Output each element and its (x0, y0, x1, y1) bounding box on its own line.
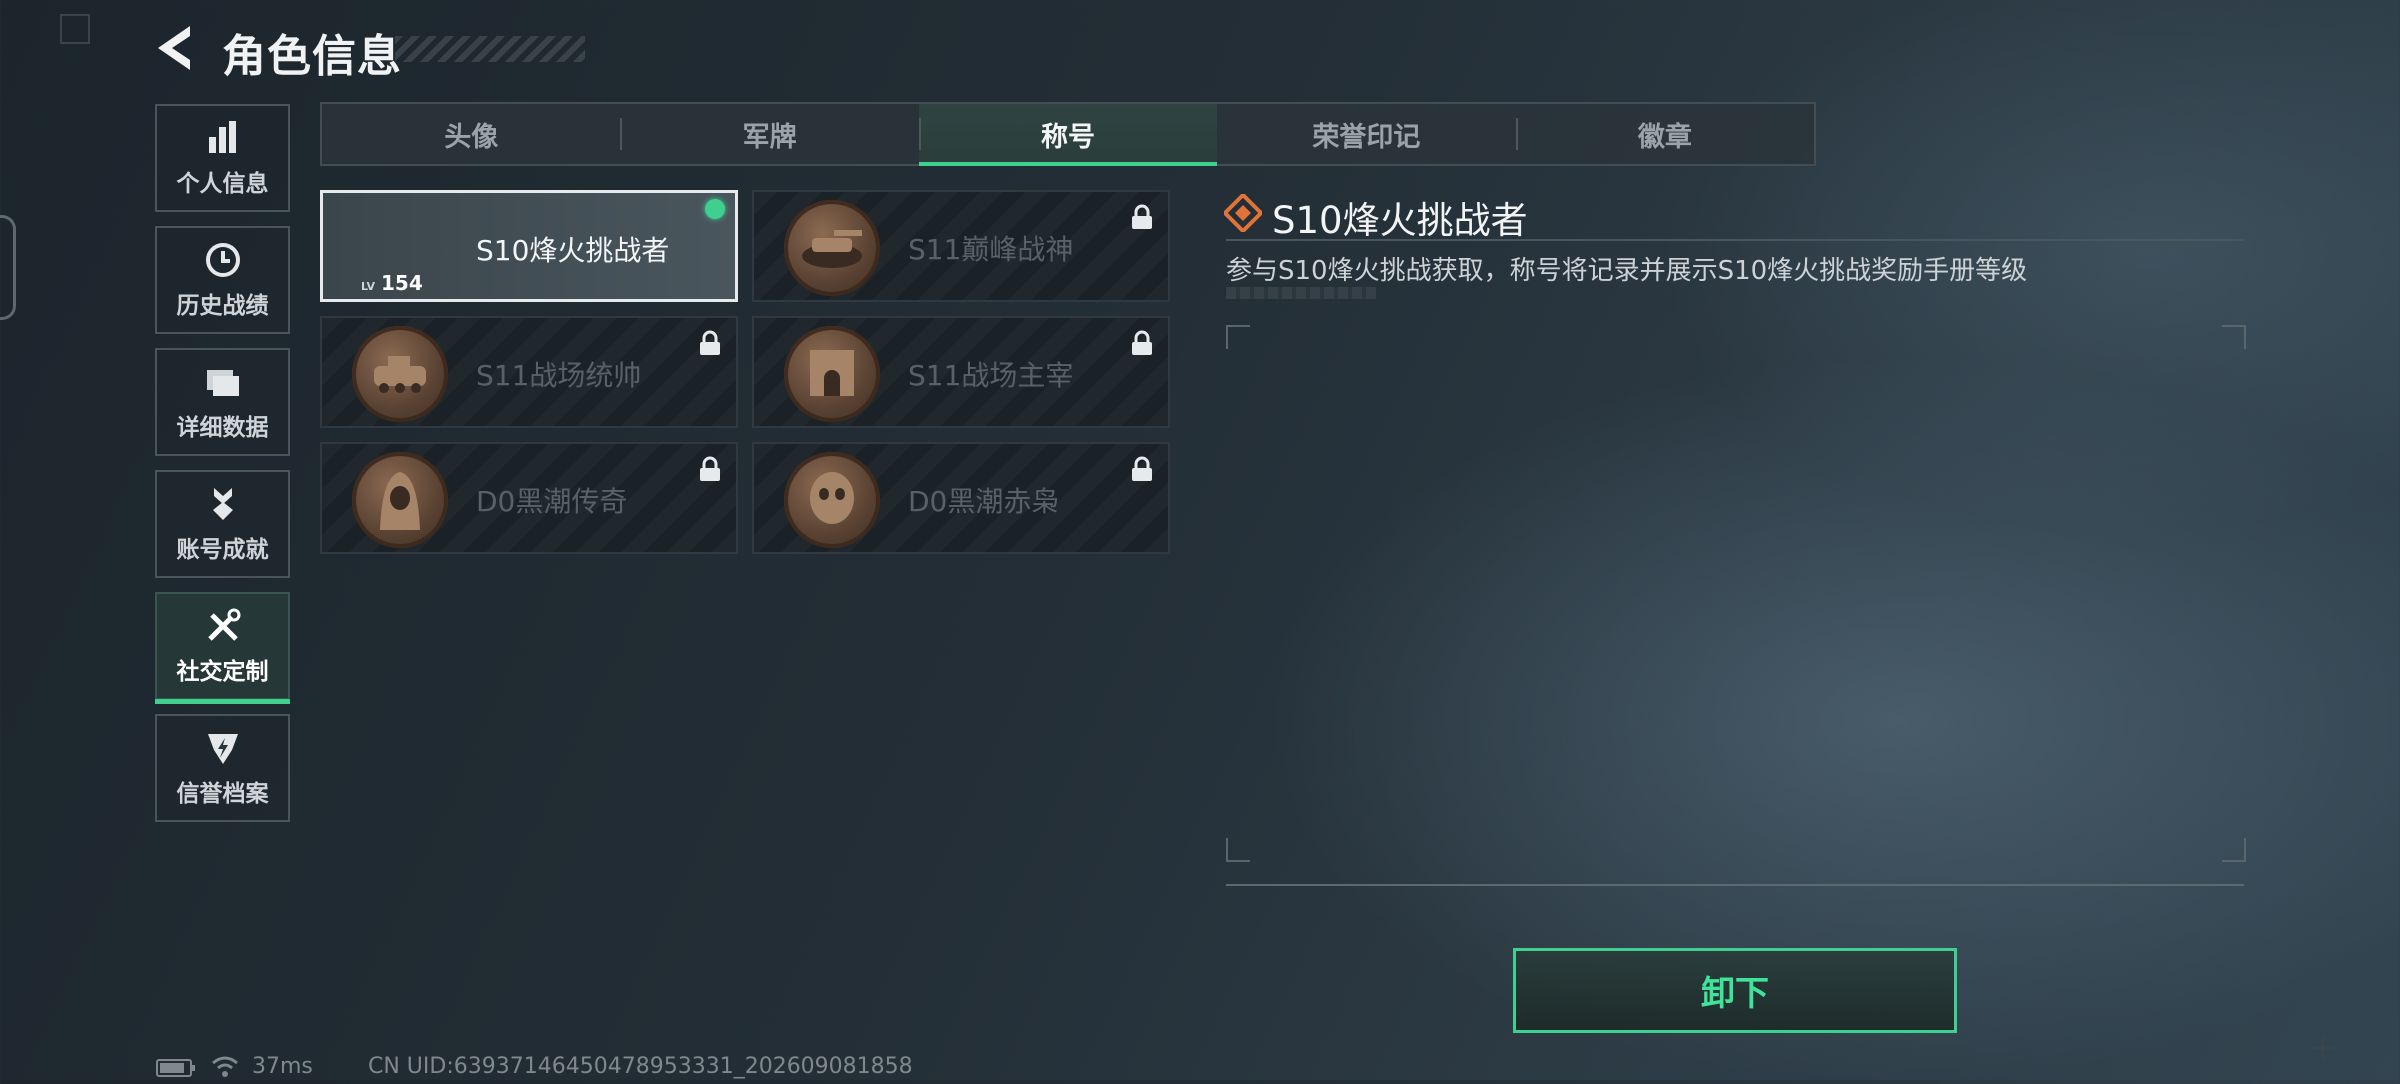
preview-frame-corner (2222, 838, 2246, 862)
sidebar-item-history[interactable]: 历史战绩 (155, 226, 290, 334)
shield-bolt-icon (203, 728, 243, 768)
tab-title[interactable]: 称号 (918, 104, 1218, 166)
folder-icon (203, 362, 243, 402)
preview-frame-corner (2222, 325, 2246, 349)
sidebar-item-detailed-data[interactable]: 详细数据 (155, 348, 290, 456)
side-edge-handle[interactable] (0, 215, 16, 320)
sidebar-item-label: 社交定制 (176, 659, 269, 685)
tab-dogtag[interactable]: 军牌 (620, 104, 918, 164)
detail-title: S10烽火挑战者 (1272, 199, 1528, 242)
title-card-s10-challenger[interactable]: S10烽火挑战者 LV 154 (320, 190, 738, 302)
back-arrow-icon (158, 26, 190, 70)
corner-frame (60, 14, 90, 44)
preview-frame-corner (1226, 325, 1250, 349)
hooded-figure-medal-icon (352, 452, 448, 548)
detail-description: 参与S10烽火挑战获取，称号将记录并展示S10烽火挑战奖励手册等级 (1226, 256, 2028, 286)
equipped-indicator (705, 199, 725, 219)
plus-icon (2310, 1035, 2336, 1061)
tab-avatar[interactable]: 头像 (322, 104, 620, 164)
title-card-s11-dominator[interactable]: S11战场主宰 (752, 316, 1170, 428)
battery-icon (156, 1058, 196, 1083)
sidebar-item-label: 详细数据 (176, 415, 269, 441)
card-title: S10烽火挑战者 (476, 234, 670, 267)
sidebar-item-personal-info[interactable]: 个人信息 (155, 104, 290, 212)
ping-value: 37ms (252, 1054, 313, 1079)
lock-icon (1130, 456, 1154, 482)
sidebar-item-social-custom[interactable]: 社交定制 (155, 592, 290, 704)
card-title: D0黑潮传奇 (476, 485, 628, 518)
sidebar-item-achievements[interactable]: 账号成就 (155, 470, 290, 578)
sidebar-item-credit-record[interactable]: 信誉档案 (155, 714, 290, 822)
card-title: D0黑潮赤枭 (908, 485, 1060, 518)
arch-medal-icon (784, 326, 880, 422)
uid-text: CN UID:63937146450478953331_202609081858 (368, 1054, 913, 1079)
card-level: LV 154 (361, 271, 423, 295)
tab-bar: 头像 军牌 称号 荣誉印记 徽章 (320, 102, 1816, 166)
medal-icon (203, 484, 243, 524)
lock-icon (698, 330, 722, 356)
back-button[interactable] (150, 20, 200, 76)
detail-date-bar (1226, 287, 1376, 299)
tools-icon (203, 606, 243, 646)
preview-baseline (1226, 884, 2244, 886)
armored-vehicle-medal-icon (352, 326, 448, 422)
unequip-button[interactable]: 卸下 (1513, 948, 1957, 1033)
card-title: S11巅峰战神 (908, 233, 1074, 266)
title-card-s11-commander[interactable]: S11战场统帅 (320, 316, 738, 428)
sidebar-item-label: 个人信息 (176, 171, 269, 197)
clock-icon (203, 240, 243, 280)
lock-icon (1130, 330, 1154, 356)
title-decoration (395, 36, 585, 62)
sidebar-item-label: 账号成就 (176, 537, 269, 563)
title-card-d0-red-owl[interactable]: D0黑潮赤枭 (752, 442, 1170, 554)
tab-badge[interactable]: 徽章 (1515, 104, 1814, 164)
title-card-s11-peak-god[interactable]: S11巅峰战神 (752, 190, 1170, 302)
lock-icon (1130, 204, 1154, 230)
detail-divider (1226, 239, 2244, 241)
lock-icon (698, 456, 722, 482)
title-card-d0-legend[interactable]: D0黑潮传奇 (320, 442, 738, 554)
tab-honor-mark[interactable]: 荣誉印记 (1217, 104, 1515, 164)
sidebar-item-label: 信誉档案 (176, 781, 269, 807)
preview-frame-corner (1226, 838, 1250, 862)
bar-chart-icon (203, 118, 243, 158)
sidebar-item-label: 历史战绩 (176, 293, 269, 319)
card-title: S11战场主宰 (908, 359, 1074, 392)
diamond-title-icon (1222, 192, 1264, 234)
card-title: S11战场统帅 (476, 359, 642, 392)
page-title: 角色信息 (222, 31, 402, 82)
tank-medal-icon (784, 200, 880, 296)
skull-mask-medal-icon (784, 452, 880, 548)
